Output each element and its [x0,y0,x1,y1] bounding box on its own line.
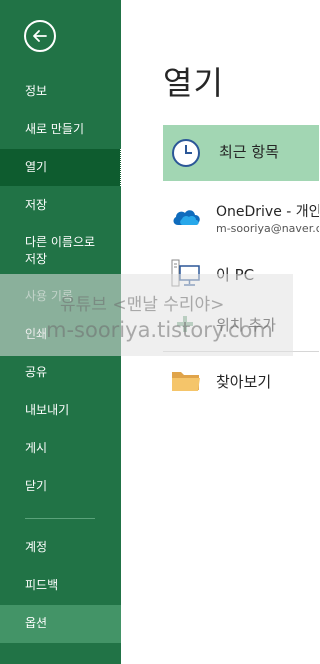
cloud-icon [173,210,200,225]
location-onedrive[interactable]: OneDrive - 개인 m-sooriya@naver.com [163,195,319,245]
nav-feedback[interactable]: 피드백 [0,577,121,595]
plus-icon [177,316,193,332]
separator [163,351,319,352]
nav-divider [25,518,95,519]
nav-info[interactable]: 정보 [0,83,121,101]
location-label: 찾아보기 [216,373,272,391]
back-button[interactable] [24,20,56,52]
nav-history[interactable]: 사용 기록 [0,288,121,306]
back-arrow-icon [33,30,47,42]
nav-options[interactable]: 옵션 [0,605,121,643]
sidebar: 정보 새로 만들기 열기 저장 다른 이름으로 저장 사용 기록 인쇄 공유 내… [0,0,121,664]
location-label: 위치 추가 [216,316,276,334]
nav-account[interactable]: 계정 [0,539,121,557]
location-add-place[interactable]: 위치 추가 [163,305,319,343]
location-label: OneDrive - 개인 [216,204,319,220]
nav-new[interactable]: 새로 만들기 [0,121,121,139]
nav-save-as[interactable]: 다른 이름으로 저장 [0,234,121,270]
location-recent[interactable]: 최근 항목 [163,125,319,181]
nav-share[interactable]: 공유 [0,364,121,382]
location-this-pc[interactable]: 이 PC [163,255,319,293]
location-browse[interactable]: 찾아보기 [163,362,319,400]
nav-save[interactable]: 저장 [0,197,121,215]
nav-open[interactable]: 열기 [0,149,121,186]
location-label: 이 PC [216,266,255,284]
nav-publish[interactable]: 게시 [0,440,121,458]
folder-icon [172,372,200,391]
nav-export[interactable]: 내보내기 [0,402,121,420]
nav-print[interactable]: 인쇄 [0,326,121,344]
location-label: 최근 항목 [219,143,279,161]
page-title: 열기 [163,64,224,102]
main-panel: 열기 최근 항목 OneDrive - 개인 m-sooriya@naver.c… [121,0,319,664]
nav-close[interactable]: 닫기 [0,478,121,496]
clock-icon [172,139,200,167]
location-sublabel: m-sooriya@naver.com [216,222,319,235]
computer-icon [171,259,200,287]
